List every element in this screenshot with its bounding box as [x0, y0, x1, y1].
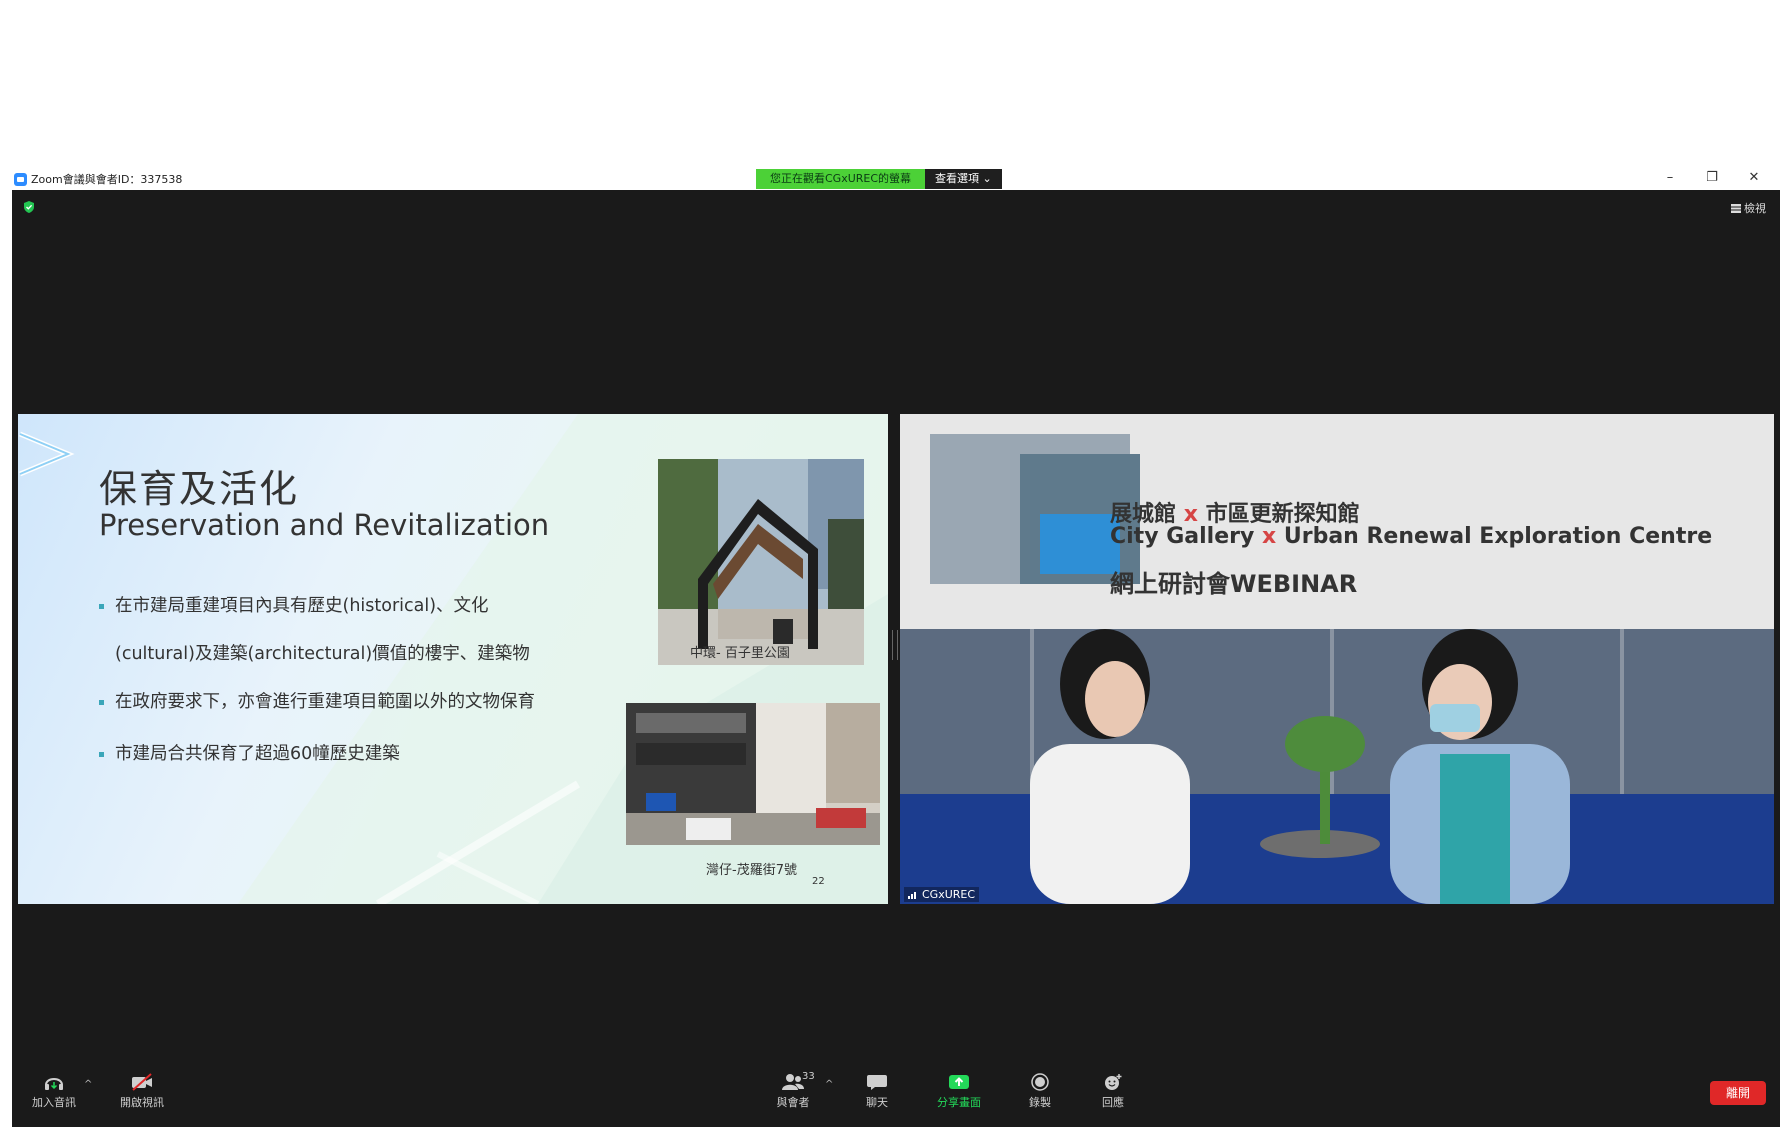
view-options-button[interactable]: 查看選項 ⌄: [925, 169, 1002, 189]
street-photo: [626, 703, 880, 845]
zoom-logo-icon: [14, 172, 27, 186]
participants-button[interactable]: 33 與會者: [758, 1071, 828, 1110]
reactions-label: 回應: [1102, 1096, 1124, 1109]
meeting-stage: 檢視 保育及活化 Preservation and Revitalization…: [12, 190, 1780, 1127]
share-screen-icon: [949, 1075, 969, 1089]
grid-view-icon: [1731, 203, 1741, 213]
video-banner-line3: 網上研討會WEBINAR: [1110, 570, 1358, 598]
audio-options-caret[interactable]: ^: [84, 1079, 92, 1090]
slide-arrow-icon: [19, 431, 75, 477]
bullet-item: 在市建局重建項目內具有歷史(historical)、文化: [99, 582, 619, 630]
window-title-text: Zoom會議與會者ID：337538: [31, 173, 183, 186]
signal-strength-icon: [908, 892, 916, 899]
slide-title-zh: 保育及活化: [99, 467, 300, 511]
headphones-icon: [45, 1078, 63, 1090]
start-video-button[interactable]: 開啟視訊: [107, 1073, 177, 1110]
video-banner-line2: City Gallery x Urban Renewal Exploration…: [1110, 524, 1713, 549]
bullet-item: 市建局合共保育了超過60幢歷史建築: [99, 730, 619, 778]
window-title: Zoom會議與會者ID：337538: [14, 171, 182, 187]
meeting-toolbar: 加入音訊 ^ 開啟視訊 33 與會者 ^ 聊天 分享畫面 錄製 回應 離開: [12, 1067, 1780, 1127]
slide-title-en: Preservation and Revitalization: [99, 508, 550, 542]
start-video-label: 開啟視訊: [120, 1096, 164, 1109]
record-button[interactable]: 錄製: [1005, 1073, 1075, 1110]
leave-meeting-button[interactable]: 離開: [1710, 1081, 1766, 1105]
photo1-caption: 中環- 百子里公園: [690, 646, 790, 661]
chat-button[interactable]: 聊天: [842, 1073, 912, 1110]
bullet-item-continuation: (cultural)及建築(architectural)價值的樓宇、建築物: [115, 644, 530, 664]
video-off-icon: [132, 1073, 152, 1091]
record-icon: [1031, 1073, 1049, 1091]
window-titlebar: Zoom會議與會者ID：337538 您正在觀看CGxUREC的螢幕 查看選項 …: [0, 168, 1792, 190]
participant-name: CGxUREC: [922, 888, 976, 901]
chat-label: 聊天: [866, 1096, 888, 1109]
share-banner: 您正在觀看CGxUREC的螢幕 查看選項 ⌄: [756, 169, 1002, 189]
park-photo: [658, 459, 864, 665]
close-button[interactable]: ✕: [1736, 168, 1772, 190]
participants-label: 與會者: [776, 1096, 810, 1109]
participants-options-caret[interactable]: ^: [825, 1079, 833, 1090]
share-screen-button[interactable]: 分享畫面: [924, 1073, 994, 1110]
share-status-label: 您正在觀看CGxUREC的螢幕: [756, 169, 926, 189]
restore-button[interactable]: ❐: [1694, 168, 1730, 190]
join-audio-button[interactable]: 加入音訊: [19, 1073, 89, 1110]
bullet-item: 在政府要求下，亦會進行重建項目範圍以外的文物保育: [99, 678, 619, 726]
video-scene: [900, 414, 1774, 904]
minimize-button[interactable]: –: [1652, 168, 1688, 190]
slide-bullet-list: 在市建局重建項目內具有歷史(historical)、文化 (cultural)及…: [99, 582, 619, 778]
view-button[interactable]: 檢視: [1731, 200, 1766, 216]
reactions-button[interactable]: 回應: [1078, 1073, 1148, 1110]
slide-page-number: 22: [812, 876, 825, 887]
shared-slide: 保育及活化 Preservation and Revitalization 在市…: [18, 414, 888, 904]
reactions-smiley-icon: [1105, 1074, 1122, 1090]
chat-bubble-icon: [867, 1075, 887, 1090]
split-drag-handle[interactable]: [892, 630, 898, 660]
participants-count: 33: [802, 1071, 815, 1082]
view-button-label: 檢視: [1744, 202, 1766, 215]
record-label: 錄製: [1029, 1096, 1051, 1109]
security-shield-icon[interactable]: [22, 200, 36, 214]
photo2-caption: 灣仔-茂羅街7號: [706, 863, 797, 878]
speaker-video[interactable]: 展城館 x 市區更新探知館 City Gallery x Urban Renew…: [900, 414, 1774, 904]
share-screen-label: 分享畫面: [937, 1096, 981, 1109]
join-audio-label: 加入音訊: [32, 1096, 76, 1109]
participant-name-tag: CGxUREC: [904, 887, 980, 902]
